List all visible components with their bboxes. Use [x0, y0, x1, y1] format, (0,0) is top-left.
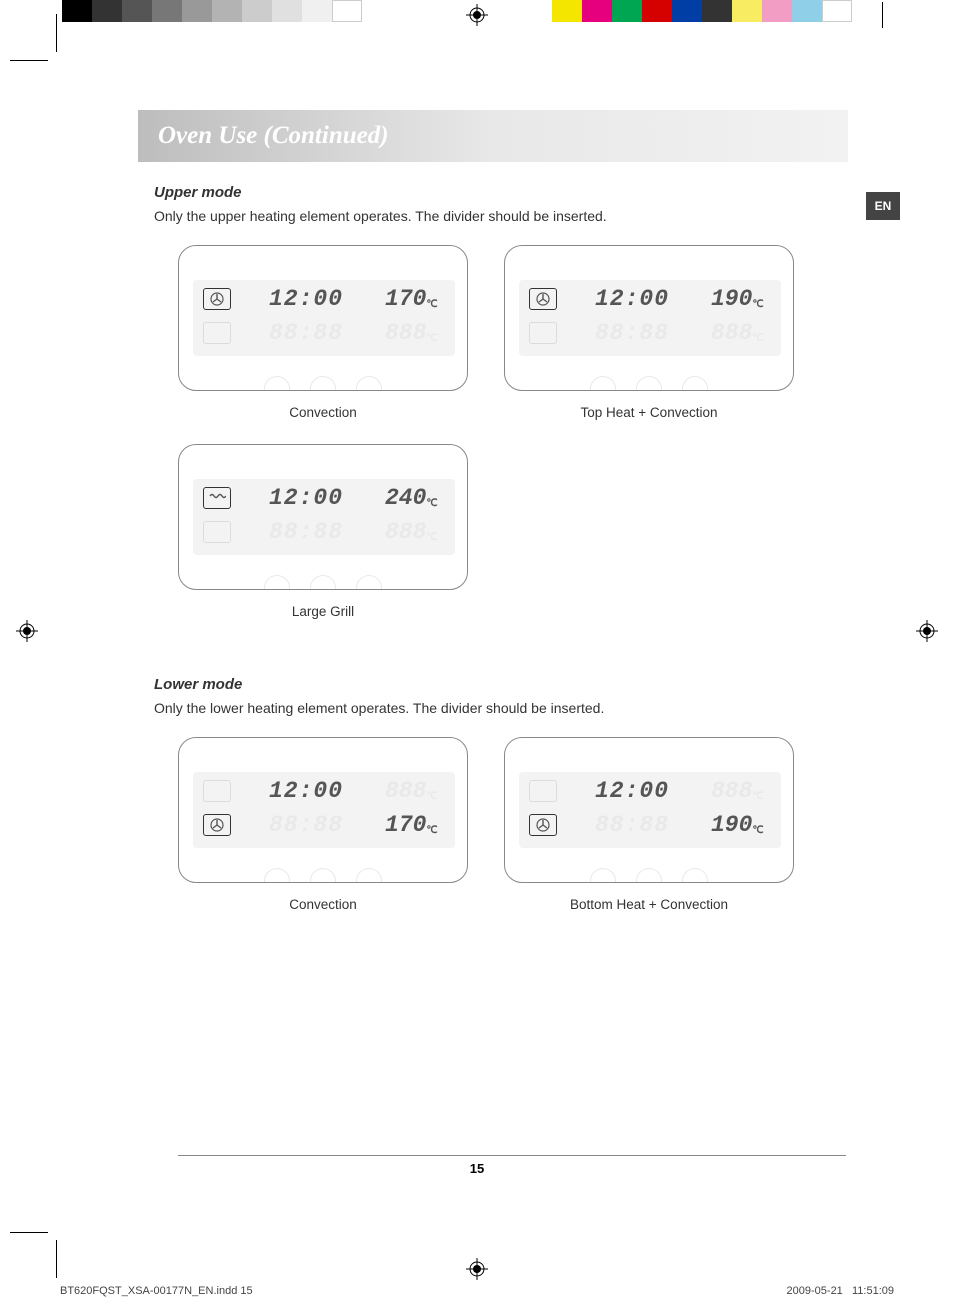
display-time-ghost: 88:88: [269, 320, 343, 346]
display-caption: Convection: [289, 405, 357, 420]
oven-display-panel: 12:00 888℃ 88:88 190℃: [504, 737, 794, 883]
footer-filename: BT620FQST_XSA-00177N_EN.indd 15: [60, 1285, 253, 1297]
display-time: 12:00: [269, 286, 343, 312]
lower-mode-section: Lower mode Only the lower heating elemen…: [154, 676, 854, 912]
display-temp: 190℃: [711, 286, 764, 312]
knob-row: [179, 376, 467, 391]
lower-mode-text: Only the lower heating element operates.…: [154, 699, 854, 719]
knob-row: [179, 575, 467, 590]
footer-divider: [178, 1155, 846, 1156]
display-time: 12:00: [269, 778, 343, 804]
display-time: 12:00: [269, 485, 343, 511]
lower-display-bottomheat-convection: 12:00 888℃ 88:88 190℃ Bottom Heat + Conv…: [504, 737, 794, 912]
fan-icon: [203, 814, 231, 836]
display-time-ghost: 88:88: [595, 320, 669, 346]
display-caption: Large Grill: [292, 604, 354, 619]
oven-display-panel: 12:00 888℃ 88:88 170℃: [178, 737, 468, 883]
crop-mark: [882, 2, 883, 28]
registration-mark-icon: [16, 620, 38, 642]
display-caption: Top Heat + Convection: [581, 405, 718, 420]
display-temp: 170℃: [385, 286, 438, 312]
page-number: 15: [60, 1161, 894, 1176]
crop-mark: [56, 14, 57, 52]
fan-icon: [203, 288, 231, 310]
display-time-ghost: 88:88: [595, 812, 669, 838]
display-caption: Bottom Heat + Convection: [570, 897, 728, 912]
display-temp-ghost: 888℃: [385, 320, 438, 346]
registration-mark-icon: [916, 620, 938, 642]
color-swatches: [552, 0, 852, 22]
upper-mode-section: Upper mode Only the upper heating elemen…: [154, 184, 854, 619]
mode-icon-ghost: [203, 780, 231, 802]
display-temp-ghost: 888℃: [385, 778, 438, 804]
section-title-banner: Oven Use (Continued): [138, 110, 848, 162]
display-temp: 240℃: [385, 485, 438, 511]
display-temp: 190℃: [711, 812, 764, 838]
mode-icon-ghost: [529, 322, 557, 344]
registration-mark-icon: [466, 1258, 488, 1280]
mode-icon-ghost: [203, 521, 231, 543]
display-time-ghost: 88:88: [269, 812, 343, 838]
fan-icon: [529, 814, 557, 836]
oven-display-panel: 12:00 190℃ 88:88 888℃: [504, 245, 794, 391]
knob-row: [505, 376, 793, 391]
upper-mode-heading: Upper mode: [154, 184, 854, 201]
section-title: Oven Use (Continued): [158, 122, 389, 150]
crop-mark: [10, 1232, 48, 1233]
upper-mode-text: Only the upper heating element operates.…: [154, 207, 854, 227]
footer-metadata: BT620FQST_XSA-00177N_EN.indd 15 2009-05-…: [60, 1285, 894, 1297]
lower-mode-heading: Lower mode: [154, 676, 854, 693]
gray-swatches: [62, 0, 362, 22]
display-temp-ghost: 888℃: [711, 778, 764, 804]
page-content: Oven Use (Continued) EN Upper mode Only …: [60, 60, 894, 1240]
oven-display-panel: 12:00 170℃ 88:88 888℃: [178, 245, 468, 391]
upper-display-large-grill: 12:00 240℃ 88:88 888℃ Large Grill: [178, 444, 468, 619]
display-temp: 170℃: [385, 812, 438, 838]
footer-datetime: 2009-05-21 11:51:09: [787, 1285, 894, 1297]
registration-mark-icon: [466, 4, 488, 26]
oven-display-panel: 12:00 240℃ 88:88 888℃: [178, 444, 468, 590]
display-temp-ghost: 888℃: [385, 519, 438, 545]
crop-mark: [56, 1240, 57, 1278]
knob-row: [505, 868, 793, 883]
grill-icon: [203, 487, 231, 509]
mode-icon-ghost: [203, 322, 231, 344]
crop-mark: [10, 60, 48, 61]
display-time: 12:00: [595, 778, 669, 804]
display-caption: Convection: [289, 897, 357, 912]
fan-icon: [529, 288, 557, 310]
mode-icon-ghost: [529, 780, 557, 802]
display-time: 12:00: [595, 286, 669, 312]
display-temp-ghost: 888℃: [711, 320, 764, 346]
display-time-ghost: 88:88: [269, 519, 343, 545]
knob-row: [179, 868, 467, 883]
upper-display-convection: 12:00 170℃ 88:88 888℃ Convection: [178, 245, 468, 420]
lower-display-convection: 12:00 888℃ 88:88 170℃ Convection: [178, 737, 468, 912]
upper-display-topheat-convection: 12:00 190℃ 88:88 888℃ Top Heat + Convect…: [504, 245, 794, 420]
language-tab: EN: [866, 192, 900, 220]
